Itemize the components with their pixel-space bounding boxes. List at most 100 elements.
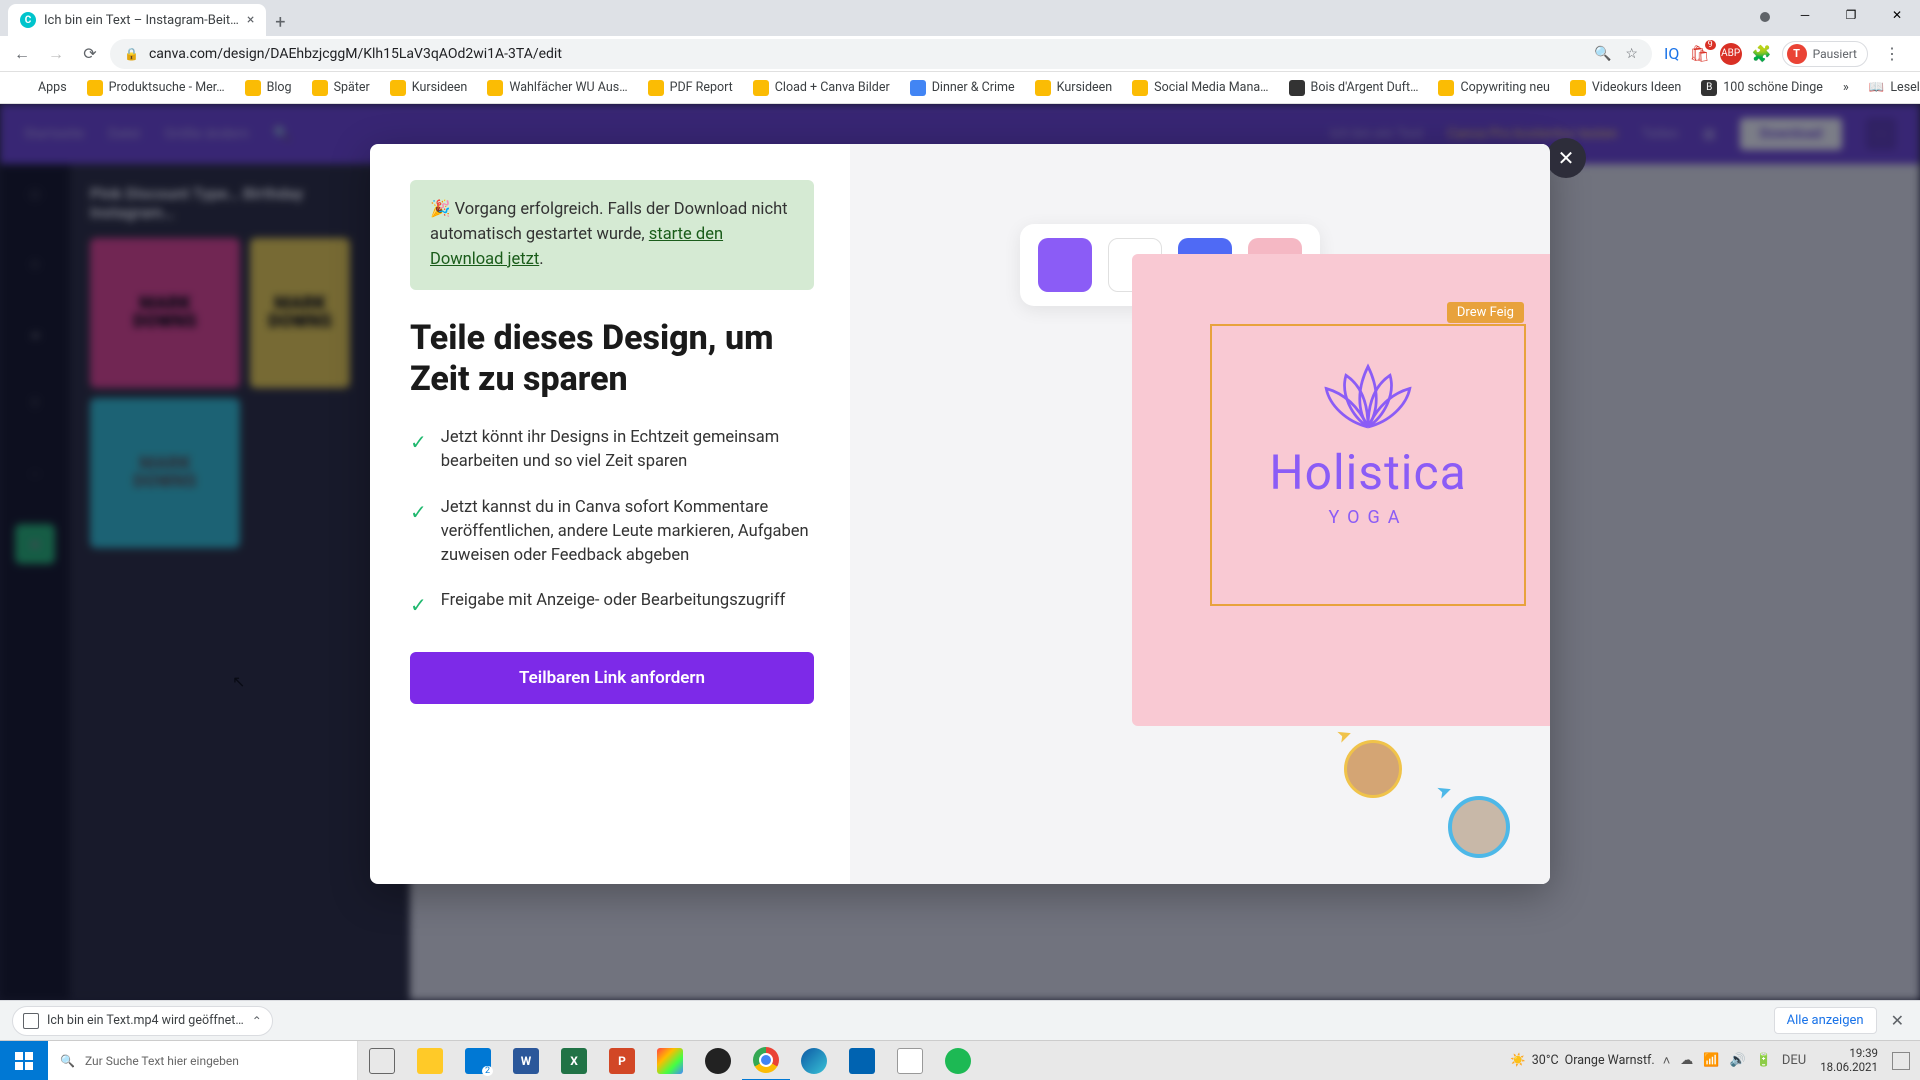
bookmark-item[interactable]: Blog <box>237 76 300 100</box>
spotify-icon[interactable] <box>934 1041 982 1080</box>
bookmark-star-icon[interactable]: ☆ <box>1625 46 1638 62</box>
brand-subtitle: YOGA <box>1212 507 1524 528</box>
lotus-icon <box>1313 354 1423 434</box>
folder-icon <box>312 80 328 96</box>
apps-button[interactable]: Apps <box>8 76 75 100</box>
taskbar-apps: 2 W X P <box>358 1041 982 1080</box>
bookmark-item[interactable]: Dinner & Crime <box>902 76 1023 100</box>
bookmark-item[interactable]: Cload + Canva Bilder <box>745 76 898 100</box>
bookmark-item[interactable]: PDF Report <box>640 76 741 100</box>
taskbar-search[interactable]: 🔍 Zur Suche Text hier eingeben <box>48 1041 358 1080</box>
show-all-downloads-button[interactable]: Alle anzeigen <box>1774 1007 1877 1034</box>
browser-toolbar: ← → ⟳ 🔒 canva.com/design/DAEhbzjcggM/Klh… <box>0 36 1920 72</box>
minimize-button[interactable]: ─ <box>1782 0 1828 30</box>
color-swatch[interactable] <box>1038 238 1092 292</box>
tab-close-icon[interactable]: × <box>247 12 254 28</box>
bookmarks-bar: Apps Produktsuche - Mer… Blog Später Kur… <box>0 72 1920 104</box>
folder-icon <box>1570 80 1586 96</box>
maximize-button[interactable]: ❐ <box>1828 0 1874 30</box>
bookmark-item[interactable]: Videokurs Ideen <box>1562 76 1689 100</box>
status-dot-icon <box>1760 12 1770 22</box>
bookmark-item[interactable]: Wahlfächer WU Aus… <box>479 76 635 100</box>
reload-button[interactable]: ⟳ <box>76 40 104 68</box>
action-center-icon[interactable] <box>1892 1052 1910 1070</box>
tab-title: Ich bin ein Text – Instagram-Beit… <box>44 13 239 28</box>
close-window-button[interactable]: ✕ <box>1874 0 1920 30</box>
design-preview: Drew Feig Holistica YOGA <box>1132 254 1550 726</box>
new-tab-button[interactable]: + <box>266 8 294 36</box>
obs-icon[interactable] <box>694 1041 742 1080</box>
language-indicator[interactable]: DEU <box>1782 1053 1806 1068</box>
bookmark-item[interactable]: Social Media Mana… <box>1124 76 1276 100</box>
start-button[interactable] <box>0 1041 48 1080</box>
folder-icon <box>245 80 261 96</box>
app-icon[interactable] <box>646 1041 694 1080</box>
battery-icon[interactable]: 🔋 <box>1756 1053 1772 1068</box>
request-link-button[interactable]: Teilbaren Link anfordern <box>410 652 814 704</box>
file-explorer-icon[interactable] <box>406 1041 454 1080</box>
browser-tab[interactable]: C Ich bin ein Text – Instagram-Beit… × <box>8 4 266 36</box>
bookmark-item[interactable]: Bois d'Argent Duft… <box>1281 76 1427 100</box>
adblock-icon[interactable]: ABP <box>1720 43 1742 65</box>
search-placeholder: Zur Suche Text hier eingeben <box>85 1054 239 1068</box>
bookmark-item[interactable]: B100 schöne Dinge <box>1693 76 1831 100</box>
reading-list-button[interactable]: 📖Leseliste <box>1861 76 1920 99</box>
task-view-button[interactable] <box>358 1041 406 1080</box>
folder-icon <box>390 80 406 96</box>
bookmark-item[interactable]: Kursideen <box>382 76 476 100</box>
success-banner: 🎉 Vorgang erfolgreich. Falls der Downloa… <box>410 180 814 290</box>
folder-icon <box>1438 80 1454 96</box>
forward-button[interactable]: → <box>42 40 70 68</box>
chrome-icon[interactable] <box>742 1041 790 1080</box>
profile-chip[interactable]: T Pausiert <box>1782 41 1868 67</box>
mail-icon[interactable]: 2 <box>454 1041 502 1080</box>
folder-icon <box>1132 80 1148 96</box>
share-modal: ✕ 🎉 Vorgang erfolgreich. Falls der Downl… <box>370 144 1550 884</box>
benefits-list: ✓Jetzt könnt ihr Designs in Echtzeit gem… <box>410 426 814 621</box>
benefit-item: ✓Jetzt könnt ihr Designs in Echtzeit gem… <box>410 426 814 474</box>
page-icon <box>910 80 926 96</box>
modal-close-button[interactable]: ✕ <box>1546 138 1586 178</box>
bookmark-item[interactable]: Kursideen <box>1027 76 1121 100</box>
collaborator-avatar <box>1448 796 1510 858</box>
list-icon: 📖 <box>1869 80 1885 95</box>
bookmarks-overflow[interactable]: » <box>1835 76 1857 99</box>
modal-backdrop[interactable]: ✕ 🎉 Vorgang erfolgreich. Falls der Downl… <box>0 104 1920 1000</box>
bookmark-item[interactable]: Produktsuche - Mer… <box>79 76 233 100</box>
weather-widget[interactable]: ☀️ 30°C Orange Warnstf. <box>1510 1053 1655 1068</box>
benefit-item: ✓Freigabe mit Anzeige- oder Bearbeitungs… <box>410 589 814 620</box>
excel-icon[interactable]: X <box>550 1041 598 1080</box>
edge-icon[interactable] <box>790 1041 838 1080</box>
folder-icon <box>1035 80 1051 96</box>
powerpoint-icon[interactable]: P <box>598 1041 646 1080</box>
browser-menu-icon[interactable]: ⋮ <box>1878 40 1906 68</box>
check-icon: ✓ <box>410 428 427 474</box>
bookmark-item[interactable]: Später <box>304 76 378 100</box>
back-button[interactable]: ← <box>8 40 36 68</box>
download-item[interactable]: Ich bin ein Text.mp4 wird geöffnet… ⌃ <box>12 1006 273 1036</box>
close-downloads-bar-button[interactable]: ✕ <box>1887 1007 1908 1034</box>
zoom-icon[interactable]: 🔍 <box>1594 46 1611 62</box>
folder-icon <box>487 80 503 96</box>
collaborator-cursor-icon: ➤ <box>1434 779 1455 804</box>
extensions-area: IQ 🛍9 ABP 🧩 T Pausiert ⋮ <box>1658 40 1912 68</box>
apps-label: Apps <box>38 80 67 95</box>
app-icon[interactable] <box>838 1041 886 1080</box>
volume-icon[interactable]: 🔊 <box>1729 1053 1745 1068</box>
onedrive-icon[interactable]: ☁ <box>1680 1053 1693 1068</box>
extension-icon[interactable]: 🛍9 <box>1689 44 1709 63</box>
address-bar[interactable]: 🔒 canva.com/design/DAEhbzjcggM/Klh15LaV3… <box>110 39 1652 69</box>
extension-icon[interactable]: IQ <box>1664 44 1679 63</box>
search-icon: 🔍 <box>60 1054 75 1068</box>
wifi-icon[interactable]: 📶 <box>1703 1053 1719 1068</box>
chevron-up-icon[interactable]: ⌃ <box>252 1014 262 1028</box>
taskbar-clock[interactable]: 19:39 18.06.2021 <box>1814 1047 1884 1075</box>
browser-titlebar: C Ich bin ein Text – Instagram-Beit… × +… <box>0 0 1920 36</box>
tray-chevron-icon[interactable]: ˄ <box>1663 1053 1671 1069</box>
extensions-menu-icon[interactable]: 🧩 <box>1752 44 1772 63</box>
page-icon <box>1289 80 1305 96</box>
notepad-icon[interactable] <box>886 1041 934 1080</box>
folder-icon <box>753 80 769 96</box>
bookmark-item[interactable]: Copywriting neu <box>1430 76 1557 100</box>
word-icon[interactable]: W <box>502 1041 550 1080</box>
